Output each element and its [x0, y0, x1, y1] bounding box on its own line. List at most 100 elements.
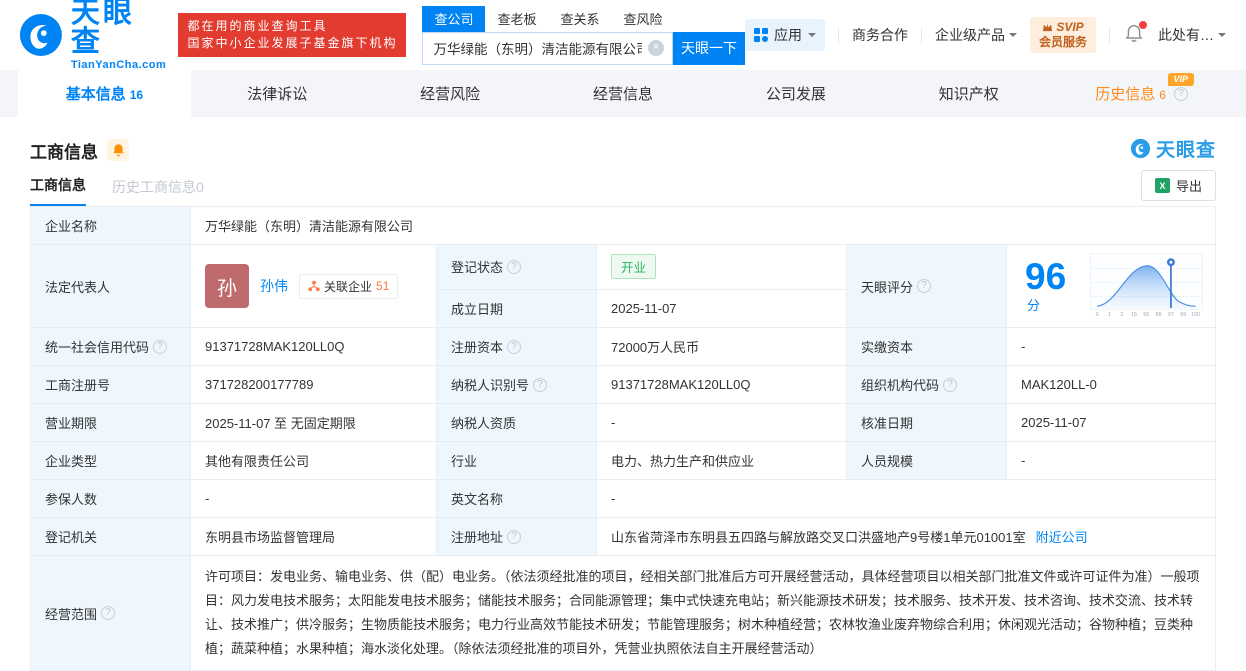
svg-text:85: 85: [1156, 312, 1162, 318]
business-scope-label-cell: 经营范围: [30, 554, 191, 671]
org-code-label-cell: 组织机构代码: [846, 365, 1007, 404]
english-name-label: 英文名称: [436, 479, 597, 518]
help-icon[interactable]: [507, 339, 522, 354]
score-number: 96: [1025, 256, 1067, 297]
industry-value: 电力、热力生产和供应业: [596, 441, 847, 480]
search-input[interactable]: [423, 40, 672, 56]
reg-authority-label: 登记机关: [30, 517, 191, 556]
table-row: 工商注册号 371728200177789 纳税人识别号 91371728MAK…: [30, 365, 1216, 404]
promo-line-2: 国家中小企业发展子基金旗下机构: [187, 36, 398, 50]
table-row: 参保人数 - 英文名称 -: [30, 479, 1216, 518]
establish-date-value: 2025-11-07: [596, 288, 847, 329]
notification-bell[interactable]: [1125, 21, 1147, 46]
help-icon[interactable]: [507, 529, 522, 544]
uscc-label-cell: 统一社会信用代码: [30, 327, 191, 366]
table-row: 经营范围 许可项目：发电业务、输电业务、供（配）电业务。（依法须经批准的项目，经…: [30, 554, 1216, 671]
help-icon[interactable]: [917, 279, 932, 293]
section-title: 工商信息: [30, 142, 98, 162]
taxpayer-quality-value: -: [596, 403, 847, 442]
subtab-business-info[interactable]: 工商信息: [30, 175, 86, 206]
tab-legal-proceedings[interactable]: 法律诉讼: [191, 70, 364, 117]
help-icon[interactable]: [533, 377, 548, 392]
tab-risk-label: 经营风险: [420, 86, 481, 103]
company-type-label: 企业类型: [30, 441, 191, 480]
tab-ip-label: 知识产权: [938, 86, 999, 103]
clear-search-icon[interactable]: ×: [647, 40, 664, 56]
legal-rep-avatar[interactable]: 孙: [205, 264, 249, 308]
score-label-cell: 天眼评分: [846, 244, 1007, 328]
taxpayer-quality-label: 纳税人资质: [436, 403, 597, 442]
taxpayer-id-label: 纳税人识别号: [451, 378, 530, 393]
uscc-value: 91371728MAK120LL0Q: [190, 327, 437, 366]
main-content: 工商信息 天眼查 工商信息 历史工商信息0 X 导出 企业名称 万华绿能（东明）…: [0, 117, 1246, 671]
subscribe-bell-button[interactable]: [107, 139, 129, 161]
svg-text:3: 3: [1121, 312, 1124, 318]
tab-operational-risk[interactable]: 经营风险: [364, 70, 537, 117]
tianyancha-logo[interactable]: 天眼查 TianYanCha.com: [18, 0, 166, 71]
help-icon[interactable]: [507, 259, 522, 274]
nav-enterprise-products[interactable]: 企业级产品: [935, 25, 1017, 45]
insured-count-value: -: [190, 479, 437, 518]
score-cell: 96分 0 1 3 15 50 85 97 99 100: [1006, 244, 1216, 328]
table-row: 企业类型 其他有限责任公司 行业 电力、热力生产和供应业 人员规模 -: [30, 441, 1216, 480]
help-icon[interactable]: [153, 339, 168, 354]
score-distribution-chart: 0 1 3 15 50 85 97 99 100: [1090, 253, 1203, 318]
nav-business-cooperation[interactable]: 商务合作: [852, 25, 908, 45]
company-name-label: 企业名称: [30, 206, 191, 245]
business-term-label: 营业期限: [30, 403, 191, 442]
approval-date-label: 核准日期: [846, 403, 1007, 442]
tab-basic-info[interactable]: 基本信息 16: [18, 70, 191, 117]
tab-development-label: 公司发展: [765, 86, 826, 103]
tab-company-development[interactable]: 公司发展: [709, 70, 882, 117]
taxpayer-id-label-cell: 纳税人识别号: [436, 365, 597, 404]
tab-intellectual-property[interactable]: 知识产权: [882, 70, 1055, 117]
svip-member-button[interactable]: SVIP 会员服务: [1029, 17, 1096, 53]
reg-capital-label-cell: 注册资本: [436, 327, 597, 366]
search-tab-boss[interactable]: 查老板: [485, 6, 548, 32]
subtab-history-business-info[interactable]: 历史工商信息0: [112, 177, 204, 206]
table-row: 营业期限 2025-11-07 至 无固定期限 纳税人资质 - 核准日期 202…: [30, 403, 1216, 442]
search-tab-company[interactable]: 查公司: [422, 5, 486, 32]
svg-text:15: 15: [1131, 312, 1137, 318]
tab-basic-count: 16: [129, 87, 144, 102]
excel-icon: X: [1154, 178, 1170, 193]
nearby-companies-link[interactable]: 附近公司: [1036, 530, 1088, 545]
paid-capital-label: 实缴资本: [846, 327, 1007, 366]
tab-history-info[interactable]: VIP 历史信息 6: [1055, 70, 1228, 117]
help-icon[interactable]: [101, 606, 116, 621]
business-info-table: 企业名称 万华绿能（东明）清洁能源有限公司 法定代表人 孙 孙伟 关联企业 51…: [30, 206, 1216, 671]
tab-operational-info[interactable]: 经营信息: [537, 70, 710, 117]
svg-text:0: 0: [1096, 312, 1099, 318]
tab-opinfo-label: 经营信息: [593, 86, 654, 103]
paid-capital-value: -: [1006, 327, 1216, 366]
help-icon[interactable]: [943, 377, 958, 392]
tab-basic-label: 基本信息: [65, 86, 126, 103]
status-badge: 开业: [611, 254, 657, 280]
apps-menu[interactable]: 应用: [744, 19, 825, 51]
help-icon[interactable]: [1173, 86, 1188, 101]
user-menu-label: 此处有…: [1158, 27, 1214, 43]
legal-rep-cell: 孙 孙伟 关联企业 51: [190, 244, 437, 328]
company-name-value: 万华绿能（东明）清洁能源有限公司: [190, 206, 1216, 245]
svg-text:1: 1: [1108, 312, 1111, 318]
address-value: 山东省菏泽市东明县五四路与解放路交叉口洪盛地产9号楼1单元01001室: [611, 530, 1026, 545]
export-button[interactable]: X 导出: [1140, 170, 1216, 201]
reg-no-label: 工商注册号: [30, 365, 191, 404]
score-unit: 分: [1027, 298, 1041, 313]
search-button[interactable]: 天眼一下: [672, 31, 745, 65]
subtab-history-label: 历史工商信息: [112, 179, 196, 195]
apps-label: 应用: [773, 27, 802, 43]
search-tab-risk[interactable]: 查风险: [612, 6, 675, 32]
industry-label: 行业: [436, 441, 597, 480]
related-companies-badge[interactable]: 关联企业 51: [299, 273, 399, 299]
user-menu[interactable]: 此处有…: [1158, 25, 1226, 45]
reg-capital-label: 注册资本: [451, 340, 504, 355]
svip-label: SVIP: [1056, 20, 1084, 34]
address-label-cell: 注册地址: [436, 517, 597, 556]
search-tab-relation[interactable]: 查关系: [548, 6, 611, 32]
nav-divider: [837, 27, 839, 43]
logo-swirl-icon: [19, 14, 62, 56]
insured-count-label: 参保人数: [30, 479, 191, 518]
legal-rep-name-link[interactable]: 孙伟: [260, 276, 288, 296]
apps-grid-icon: [753, 28, 768, 42]
